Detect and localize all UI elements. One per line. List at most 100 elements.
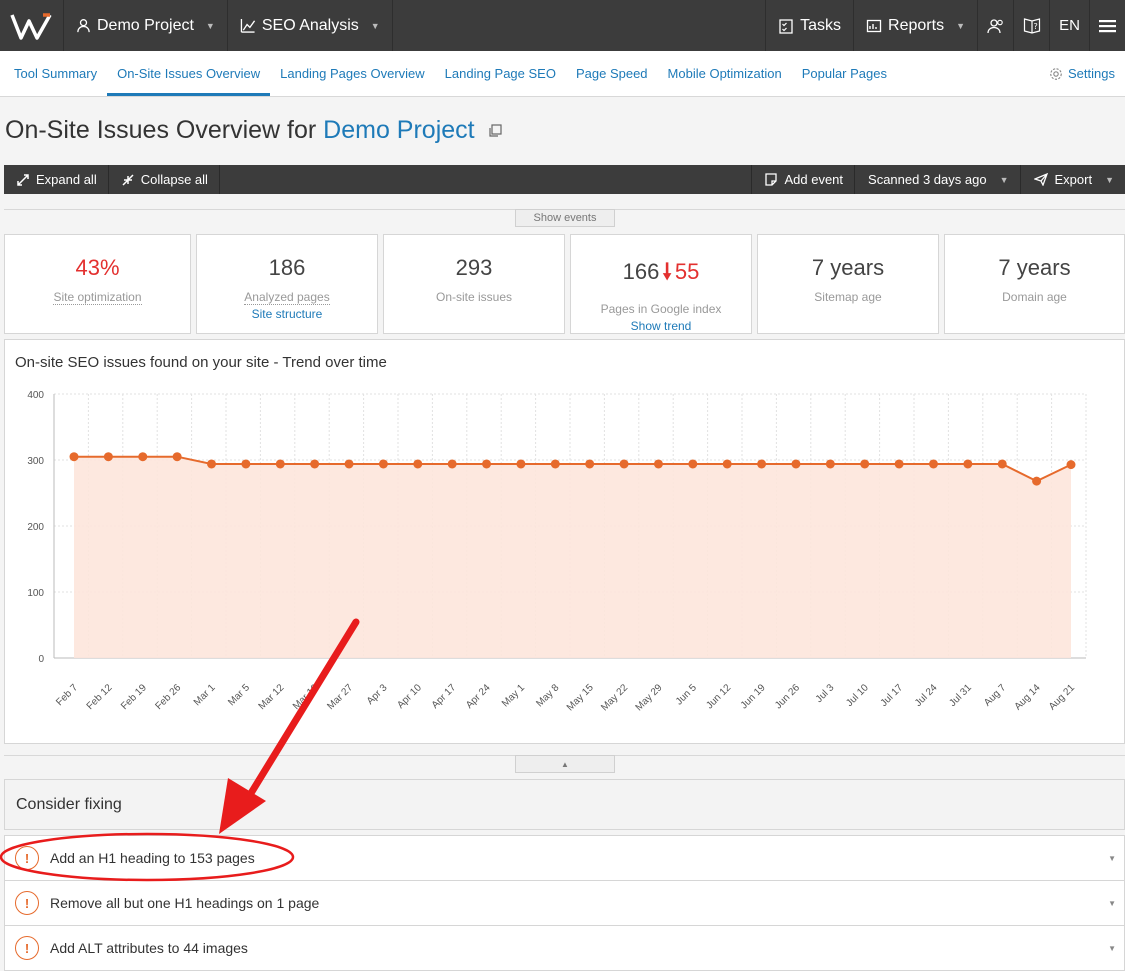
chevron-down-icon: ▼	[1105, 174, 1114, 185]
data-point	[928, 459, 938, 469]
y-tick-label: 300	[27, 456, 44, 467]
collapse-all-button[interactable]: Collapse all	[109, 165, 220, 194]
issue-row[interactable]: ! Remove all but one H1 headings on 1 pa…	[4, 880, 1125, 926]
open-external-icon[interactable]	[488, 124, 502, 138]
users-icon	[986, 18, 1003, 33]
page-title-project-link[interactable]: Demo Project	[323, 116, 474, 144]
language-selector[interactable]: EN	[1049, 0, 1089, 51]
data-point	[757, 459, 767, 469]
data-point	[1066, 460, 1076, 470]
note-icon	[765, 173, 778, 186]
tab-on-site-issues-overview[interactable]: On-Site Issues Overview	[107, 51, 271, 96]
show-events-button[interactable]: Show events	[515, 209, 615, 227]
data-point	[275, 459, 285, 469]
stat-value: 43%	[75, 255, 120, 280]
stat-card-sitemap-age: 7 years Sitemap age	[757, 234, 939, 334]
settings-link[interactable]: Settings	[1039, 51, 1125, 96]
data-point	[310, 459, 320, 469]
x-tick-label: Apr 24	[464, 682, 493, 711]
stat-label: Sitemap age	[814, 290, 882, 304]
logo[interactable]	[0, 0, 64, 51]
page-title-text: On-Site Issues Overview for	[5, 116, 324, 144]
data-point	[344, 459, 354, 469]
stat-value-main: 166	[622, 259, 660, 284]
tab-landing-page-seo[interactable]: Landing Page SEO	[435, 51, 566, 96]
reports-label: Reports	[888, 16, 945, 34]
stat-label-text: Site optimization	[53, 290, 142, 305]
x-tick-label: Apr 10	[395, 682, 424, 711]
x-tick-label: Feb 12	[85, 682, 115, 712]
issue-text: Add an H1 heading to 153 pages	[50, 850, 255, 866]
x-tick-label: Mar 1	[192, 682, 218, 708]
stat-value-change: 55	[674, 259, 700, 284]
chevron-down-icon: ▼	[999, 174, 1009, 185]
tab-landing-pages-overview[interactable]: Landing Pages Overview	[270, 51, 435, 96]
data-point	[825, 459, 835, 469]
x-tick-label: Mar 5	[226, 682, 252, 708]
module-selector[interactable]: SEO Analysis ▼	[228, 0, 393, 51]
settings-label: Settings	[1068, 66, 1115, 81]
tab-tool-summary[interactable]: Tool Summary	[0, 51, 107, 96]
x-tick-label: Feb 7	[54, 682, 80, 708]
stat-value: 166 🠗 55	[571, 255, 751, 293]
site-structure-link[interactable]: Site structure	[197, 307, 377, 321]
reports-icon	[866, 19, 882, 32]
issue-row[interactable]: ! Add ALT attributes to 44 images ▼	[4, 925, 1125, 971]
warning-icon: !	[15, 891, 39, 915]
series-area	[74, 456, 1071, 658]
x-tick-label: Jun 19	[739, 682, 768, 711]
menu-button[interactable]	[1089, 0, 1125, 51]
chevron-down-icon: ▼	[205, 20, 215, 31]
stat-label-text: Analyzed pages	[244, 290, 330, 305]
data-point	[482, 459, 492, 469]
tab-mobile-optimization[interactable]: Mobile Optimization	[658, 51, 792, 96]
x-tick-label: Apr 3	[365, 682, 390, 707]
data-point	[585, 459, 595, 469]
stat-card-google-index: 166 🠗 55 Pages in Google index Show trend	[570, 234, 752, 334]
export-dropdown[interactable]: Export ▼	[1019, 165, 1125, 194]
expand-all-label: Expand all	[36, 172, 97, 187]
data-point	[241, 459, 251, 469]
y-tick-label: 0	[38, 654, 44, 665]
module-name: SEO Analysis	[261, 16, 359, 34]
tasks-button[interactable]: Tasks	[765, 0, 853, 51]
x-tick-label: Aug 21	[1047, 682, 1077, 712]
stat-label[interactable]: Site optimization	[5, 290, 190, 305]
stat-label[interactable]: Analyzed pages	[197, 290, 377, 305]
x-tick-label: Jul 3	[814, 682, 837, 705]
sub-navigation: Tool Summary On-Site Issues Overview Lan…	[0, 51, 1125, 97]
export-label: Export	[1054, 172, 1093, 187]
arrow-down-icon: 🠗	[662, 259, 672, 284]
x-tick-label: Mar 27	[325, 682, 355, 712]
reports-button[interactable]: Reports ▼	[853, 0, 977, 51]
users-button[interactable]	[977, 0, 1013, 51]
y-tick-label: 400	[27, 390, 44, 401]
data-point	[653, 459, 663, 469]
x-tick-label: Jul 10	[844, 682, 871, 709]
project-selector[interactable]: Demo Project ▼	[64, 0, 228, 51]
data-point	[997, 459, 1007, 469]
data-point	[550, 459, 560, 469]
expand-all-button[interactable]: Expand all	[4, 165, 109, 194]
issue-row[interactable]: ! Add an H1 heading to 153 pages ▼	[4, 835, 1125, 881]
stat-label: Pages in Google index	[600, 302, 722, 316]
collapse-chart-button[interactable]: ▲	[515, 755, 615, 773]
data-point	[103, 452, 113, 462]
data-point	[447, 459, 457, 469]
x-tick-label: Feb 26	[153, 682, 183, 712]
tab-page-speed[interactable]: Page Speed	[566, 51, 658, 96]
add-event-button[interactable]: Add event	[751, 165, 854, 194]
x-tick-label: Apr 17	[430, 682, 459, 711]
chevron-down-icon[interactable]: ▼	[1108, 854, 1116, 863]
data-point	[722, 459, 732, 469]
show-trend-link[interactable]: Show trend	[571, 319, 751, 333]
collapse-all-label: Collapse all	[140, 172, 208, 187]
send-icon	[1033, 173, 1048, 186]
help-button[interactable]: ?	[1013, 0, 1049, 51]
data-point	[860, 459, 870, 469]
stat-card-analyzed-pages: 186 Analyzed pages Site structure	[196, 234, 378, 334]
tab-popular-pages[interactable]: Popular Pages	[792, 51, 897, 96]
chevron-down-icon[interactable]: ▼	[1108, 899, 1116, 908]
chevron-down-icon[interactable]: ▼	[1108, 944, 1116, 953]
scanned-dropdown[interactable]: Scanned 3 days ago ▼	[854, 165, 1019, 194]
